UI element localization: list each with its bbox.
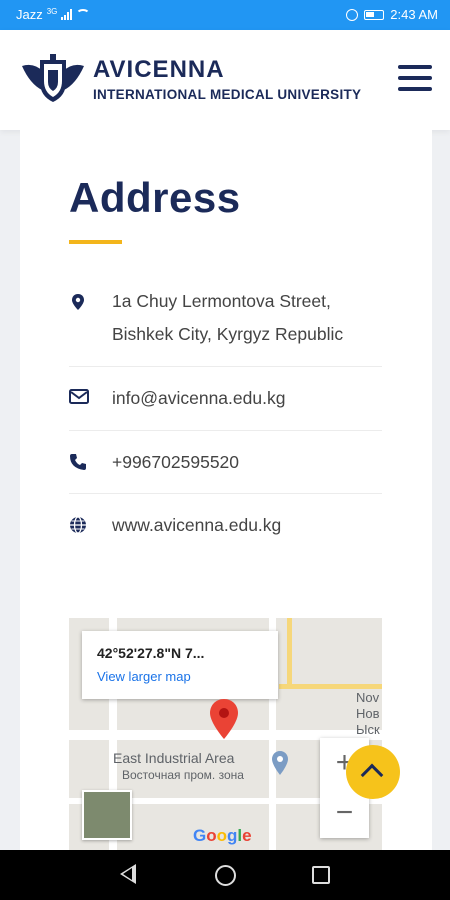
title-underline (69, 240, 122, 244)
brand[interactable]: AVICENNA INTERNATIONAL MEDICAL UNIVERSIT… (93, 56, 362, 103)
brand-subtitle: INTERNATIONAL MEDICAL UNIVERSITY (93, 87, 362, 102)
map-road (279, 684, 382, 689)
battery-icon (364, 9, 385, 20)
website-row: www.avicenna.edu.kg (69, 494, 382, 558)
status-bar: Jazz 3G 2:43 AM (0, 0, 450, 30)
home-icon[interactable] (215, 865, 236, 886)
map-coordinates: 42°52'27.8"N 7... (97, 645, 205, 661)
address-card: Address 1a Chuy Lermontova Street, Bishk… (20, 130, 432, 850)
map-area-label: East Industrial Area (113, 750, 235, 766)
satellite-view-toggle[interactable] (82, 790, 132, 840)
google-letter: g (227, 826, 238, 845)
address-line-1: 1a Chuy Lermontova Street, (112, 291, 331, 311)
view-larger-map-link[interactable]: View larger map (97, 669, 191, 684)
phone-link[interactable]: +996702595520 (112, 446, 239, 479)
email-link[interactable]: info@avicenna.edu.kg (112, 382, 285, 415)
map-area-label-ru: Восточная пром. зона (122, 768, 244, 782)
phone-icon (70, 454, 86, 470)
website-link[interactable]: www.avicenna.edu.kg (112, 509, 281, 542)
map-marker-icon (72, 294, 84, 310)
map-edge-label: Nov (356, 690, 380, 705)
network-type: 3G (46, 7, 58, 16)
brand-name: AVICENNA (93, 56, 225, 83)
map-edge-label: Ыск (356, 722, 380, 737)
map-info-card: 42°52'27.8"N 7... View larger map (82, 631, 278, 699)
map-edge-label: Нов (356, 706, 380, 721)
phone-row: +996702595520 (69, 431, 382, 494)
email-row: info@avicenna.edu.kg (69, 367, 382, 431)
google-letter: G (193, 826, 207, 845)
google-logo: Google (193, 826, 252, 846)
alarm-icon (346, 8, 359, 21)
clock: 2:43 AM (390, 7, 438, 22)
scroll-to-top-button[interactable] (346, 745, 400, 799)
site-header: AVICENNA INTERNATIONAL MEDICAL UNIVERSIT… (0, 30, 450, 130)
wifi-icon (76, 9, 91, 20)
address-line-2: Bishkek City, Kyrgyz Republic (112, 324, 344, 344)
globe-icon (70, 516, 86, 534)
back-icon[interactable] (120, 864, 136, 884)
google-letter: o (216, 826, 228, 845)
place-marker-icon[interactable] (271, 750, 289, 776)
carrier-label: Jazz (16, 7, 43, 22)
chevron-up-icon (360, 763, 384, 787)
page-title: Address (69, 174, 241, 221)
envelope-icon (69, 389, 89, 404)
map-pin-icon[interactable] (209, 698, 239, 740)
embedded-map[interactable]: 42°52'27.8"N 7... View larger map East I… (69, 618, 382, 850)
map-road (287, 618, 292, 688)
signal-icon (61, 9, 73, 20)
recent-apps-icon[interactable] (312, 866, 330, 884)
university-logo-icon[interactable] (20, 52, 86, 106)
google-letter: e (242, 826, 252, 845)
system-nav-bar (0, 850, 450, 900)
google-letter: o (206, 826, 217, 845)
address-row: 1a Chuy Lermontova Street, Bishkek City,… (69, 285, 382, 367)
hamburger-menu-icon[interactable] (398, 65, 432, 95)
